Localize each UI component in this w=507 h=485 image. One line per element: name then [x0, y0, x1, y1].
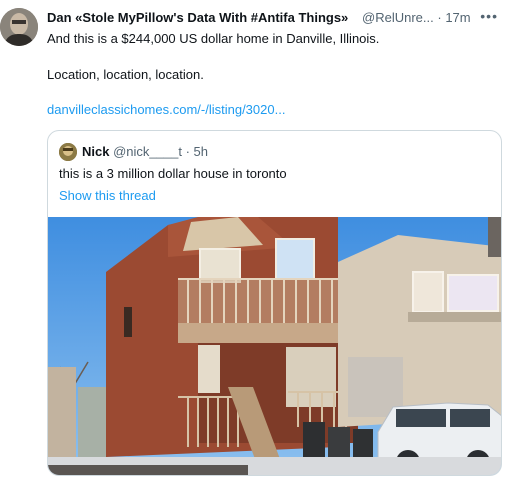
- author-name[interactable]: Dan «Stole MyPillow's Data With #Antifa …: [47, 10, 348, 25]
- quote-header: Nick @nick____t · 5h: [82, 144, 208, 159]
- show-thread-link[interactable]: Show this thread: [59, 188, 156, 203]
- quote-text: this is a 3 million dollar house in toro…: [59, 166, 287, 181]
- house-photo[interactable]: [48, 217, 501, 475]
- quoted-tweet[interactable]: Nick @nick____t · 5h this is a 3 million…: [47, 130, 502, 476]
- separator: ·: [437, 10, 442, 25]
- quote-author-name[interactable]: Nick: [82, 144, 109, 159]
- tweet-time[interactable]: 17m: [445, 10, 470, 25]
- quote-author-handle[interactable]: @nick____t: [113, 144, 182, 159]
- author-handle[interactable]: @RelUnre...: [362, 10, 434, 25]
- more-icon[interactable]: •••: [480, 8, 498, 24]
- quote-author-avatar[interactable]: [59, 143, 77, 161]
- tweet-text-line2: Location, location, location.: [47, 67, 204, 82]
- author-avatar[interactable]: [0, 8, 38, 46]
- tweet-text-line1: And this is a $244,000 US dollar home in…: [47, 31, 380, 46]
- tweet-header: Dan «Stole MyPillow's Data With #Antifa …: [47, 8, 502, 30]
- author-handle-time: @RelUnre... · 17m: [362, 10, 471, 25]
- quote-time[interactable]: 5h: [194, 144, 208, 159]
- quote-separator: ·: [185, 144, 190, 159]
- tweet-link[interactable]: danvilleclassichomes.com/-/listing/3020.…: [47, 101, 285, 118]
